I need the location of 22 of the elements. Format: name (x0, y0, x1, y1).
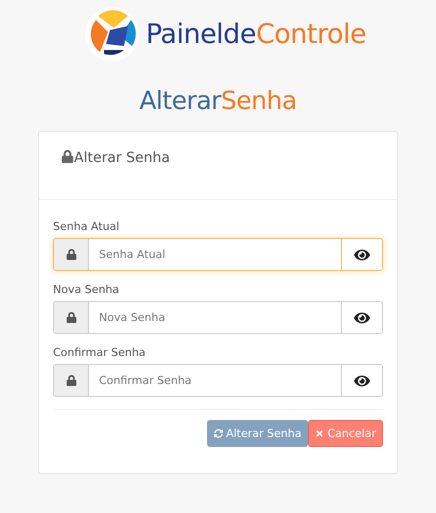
eye-icon (354, 246, 370, 262)
logo-icon (84, 6, 140, 62)
field-label: Confirmar Senha (53, 346, 147, 359)
password-field[interactable]: Confirmar Senha (53, 364, 383, 397)
show-password-button[interactable] (342, 239, 382, 270)
close-icon (315, 429, 324, 438)
lock-icon (66, 249, 76, 260)
lock-icon (66, 375, 76, 386)
cancel-button[interactable]: Cancelar (308, 420, 383, 447)
eye-icon (354, 310, 370, 326)
password-field[interactable]: Nova Senha (53, 301, 383, 334)
refresh-icon (214, 429, 224, 438)
eye-icon (354, 372, 370, 388)
lock-icon (61, 150, 74, 163)
password-field[interactable]: Senha Atual (53, 238, 383, 271)
field-label: Senha Atual (53, 220, 120, 233)
brand-name: PaineldeControle (146, 18, 366, 50)
lock-icon (66, 312, 76, 323)
panel-title: Alterar Senha (74, 150, 170, 166)
page-heading: AlterarSenha (139, 86, 297, 115)
field-label: Nova Senha (53, 283, 120, 296)
submit-button[interactable]: Alterar Senha (207, 420, 308, 447)
